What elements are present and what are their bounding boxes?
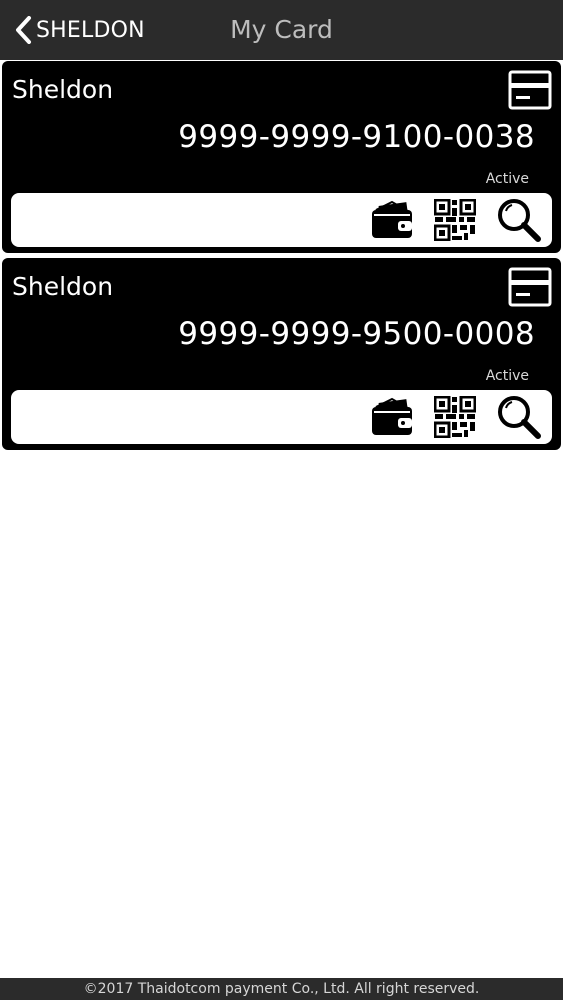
card-item[interactable]: Sheldon 9999-9999-9100-0038 Active <box>2 61 561 253</box>
search-button[interactable] <box>495 394 543 440</box>
qr-code-icon <box>434 199 476 241</box>
card-holder-name: Sheldon <box>12 75 114 104</box>
credit-card-icon <box>508 267 552 307</box>
card-action-bar <box>11 390 552 444</box>
wallet-button[interactable] <box>368 197 416 243</box>
card-item[interactable]: Sheldon 9999-9999-9500-0008 Active <box>2 258 561 450</box>
card-status: Active <box>485 368 529 384</box>
wallet-button[interactable] <box>368 394 416 440</box>
search-button[interactable] <box>495 197 543 243</box>
magnifier-icon <box>498 396 541 439</box>
card-action-bar <box>11 193 552 247</box>
footer-copyright: ©2017 Thaidotcom payment Co., Ltd. All r… <box>0 978 563 1000</box>
card-holder-name: Sheldon <box>12 272 114 301</box>
top-nav-bar: SHELDON My Card <box>0 0 563 60</box>
card-number: 9999-9999-9500-0008 <box>178 316 535 352</box>
wallet-icon <box>372 200 412 238</box>
wallet-icon <box>372 397 412 435</box>
qr-code-button[interactable] <box>431 394 479 440</box>
card-status: Active <box>485 171 529 187</box>
qr-code-icon <box>434 396 476 438</box>
chevron-left-icon <box>16 16 31 44</box>
back-label: SHELDON <box>36 17 145 43</box>
card-number: 9999-9999-9100-0038 <box>178 119 535 155</box>
credit-card-icon <box>508 70 552 110</box>
back-button[interactable]: SHELDON <box>14 14 145 46</box>
qr-code-button[interactable] <box>431 197 479 243</box>
magnifier-icon <box>498 199 541 242</box>
